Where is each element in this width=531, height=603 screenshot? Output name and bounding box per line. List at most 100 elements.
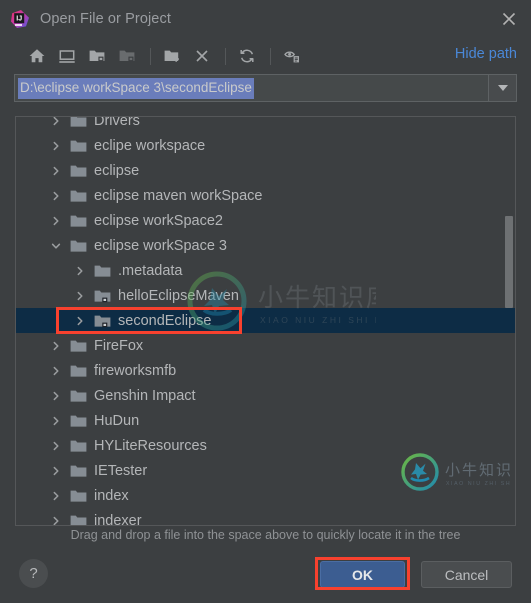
folder-icon <box>70 363 87 379</box>
intellij-idea-icon: IJ <box>10 9 30 29</box>
folder-icon <box>70 488 87 504</box>
tree-row[interactable]: eclipse workSpace 3 <box>16 233 515 258</box>
folder-icon <box>70 413 87 429</box>
tree-row[interactable]: index <box>16 483 515 508</box>
chevron-right-icon[interactable] <box>48 488 64 504</box>
file-tree-panel[interactable]: Drivers eclipe workspace eclipse eclipse ma… <box>15 116 516 526</box>
folder-icon <box>70 163 87 179</box>
module-folder-icon <box>114 44 140 68</box>
tree-row-label: secondEclipse <box>118 312 212 329</box>
folder-icon <box>70 463 87 479</box>
project-folder-icon[interactable] <box>84 44 110 68</box>
tree-row-label: Genshin Impact <box>94 387 196 404</box>
tree-row-label: HYLiteResources <box>94 437 207 454</box>
chevron-right-icon[interactable] <box>48 388 64 404</box>
folder-icon <box>70 388 87 404</box>
toolbar: Hide path <box>0 38 531 74</box>
chevron-right-icon[interactable] <box>72 263 88 279</box>
tree-row-label: eclipse workSpace 3 <box>94 237 227 254</box>
tree-row[interactable]: eclipse <box>16 158 515 183</box>
tree-row-label: Drivers <box>94 116 140 129</box>
help-button[interactable]: ? <box>19 559 48 588</box>
tree-row-label: index <box>94 487 129 504</box>
tree-row-label: eclipse workSpace2 <box>94 212 223 229</box>
dialog-footer: ? OK Cancel <box>0 552 531 603</box>
toolbar-separator-3 <box>270 47 271 65</box>
path-field-row: D:\eclipse workSpace 3\secondEclipse <box>14 74 517 102</box>
folder-icon <box>70 238 87 254</box>
chevron-down-icon <box>497 85 508 91</box>
tree-row[interactable]: indexer <box>16 508 515 526</box>
tree-row-label: FireFox <box>94 337 144 354</box>
tree-row-label: helloEclipseMaven <box>118 287 239 304</box>
folder-icon <box>70 438 87 454</box>
tree-row[interactable]: HYLiteResources <box>16 433 515 458</box>
refresh-icon[interactable] <box>234 44 260 68</box>
toolbar-separator-2 <box>225 47 226 65</box>
tree-row[interactable]: fireworksmfb <box>16 358 515 383</box>
tree-row[interactable]: Drivers <box>16 116 515 133</box>
chevron-right-icon[interactable] <box>48 117 64 129</box>
cancel-button[interactable]: Cancel <box>421 561 512 588</box>
path-input[interactable]: D:\eclipse workSpace 3\secondEclipse <box>15 75 488 101</box>
folder-icon <box>70 188 87 204</box>
page-title: Open File or Project <box>40 11 171 27</box>
tree-row-label: .metadata <box>118 262 183 279</box>
tree-row-label: eclipse <box>94 162 140 179</box>
tree-scrollbar-thumb[interactable] <box>505 216 513 308</box>
chevron-right-icon[interactable] <box>72 288 88 304</box>
folder-icon <box>94 263 111 279</box>
tree-row[interactable]: FireFox <box>16 333 515 358</box>
chevron-right-icon[interactable] <box>48 413 64 429</box>
chevron-right-icon[interactable] <box>48 188 64 204</box>
path-input-value[interactable]: D:\eclipse workSpace 3\secondEclipse <box>18 77 254 99</box>
folder-icon <box>70 138 87 154</box>
chevron-down-icon[interactable] <box>48 238 64 254</box>
folder-icon <box>70 513 87 525</box>
folder-icon <box>70 338 87 354</box>
tree-row[interactable]: helloEclipseMaven <box>16 283 515 308</box>
tree-row[interactable]: HuDun <box>16 408 515 433</box>
module-folder-icon <box>94 313 111 329</box>
tree-row[interactable]: eclipse workSpace2 <box>16 208 515 233</box>
tree-row[interactable]: secondEclipse <box>16 308 515 333</box>
tree-row[interactable]: Genshin Impact <box>16 383 515 408</box>
path-dropdown-button[interactable] <box>488 75 516 101</box>
home-icon[interactable] <box>24 44 50 68</box>
chevron-right-icon[interactable] <box>48 363 64 379</box>
tree-row-label: indexer <box>94 512 142 526</box>
show-hidden-icon[interactable] <box>279 44 305 68</box>
tree-scrollbar[interactable] <box>504 118 514 524</box>
tree-row-label: eclipe workspace <box>94 137 206 154</box>
tree-row[interactable]: IETester <box>16 458 515 483</box>
tree-row-label: eclipse maven workSpace <box>94 187 263 204</box>
tree-row[interactable]: .metadata <box>16 258 515 283</box>
tree-row[interactable]: eclipe workspace <box>16 133 515 158</box>
chevron-right-icon[interactable] <box>48 163 64 179</box>
module-folder-icon <box>94 288 111 304</box>
close-icon[interactable] <box>499 9 519 29</box>
chevron-right-icon[interactable] <box>72 313 88 329</box>
folder-icon <box>70 117 87 129</box>
chevron-right-icon[interactable] <box>48 213 64 229</box>
desktop-icon[interactable] <box>54 44 80 68</box>
new-folder-icon[interactable] <box>159 44 185 68</box>
delete-icon[interactable] <box>189 44 215 68</box>
tree-row-label: HuDun <box>94 412 140 429</box>
tree-row-label: fireworksmfb <box>94 362 177 379</box>
file-tree-list: Drivers eclipe workspace eclipse eclipse ma… <box>16 116 515 526</box>
toolbar-separator-1 <box>150 47 151 65</box>
ok-button[interactable]: OK <box>320 561 405 588</box>
folder-icon <box>70 213 87 229</box>
chevron-right-icon[interactable] <box>48 463 64 479</box>
chevron-right-icon[interactable] <box>48 513 64 526</box>
tree-row[interactable]: eclipse maven workSpace <box>16 183 515 208</box>
chevron-right-icon[interactable] <box>48 338 64 354</box>
svg-text:IJ: IJ <box>16 16 22 23</box>
tree-row-label: IETester <box>94 462 148 479</box>
chevron-right-icon[interactable] <box>48 438 64 454</box>
hide-path-link[interactable]: Hide path <box>455 46 517 62</box>
drag-drop-hint: Drag and drop a file into the space abov… <box>70 528 461 542</box>
title-bar: IJ Open File or Project <box>0 0 531 38</box>
chevron-right-icon[interactable] <box>48 138 64 154</box>
